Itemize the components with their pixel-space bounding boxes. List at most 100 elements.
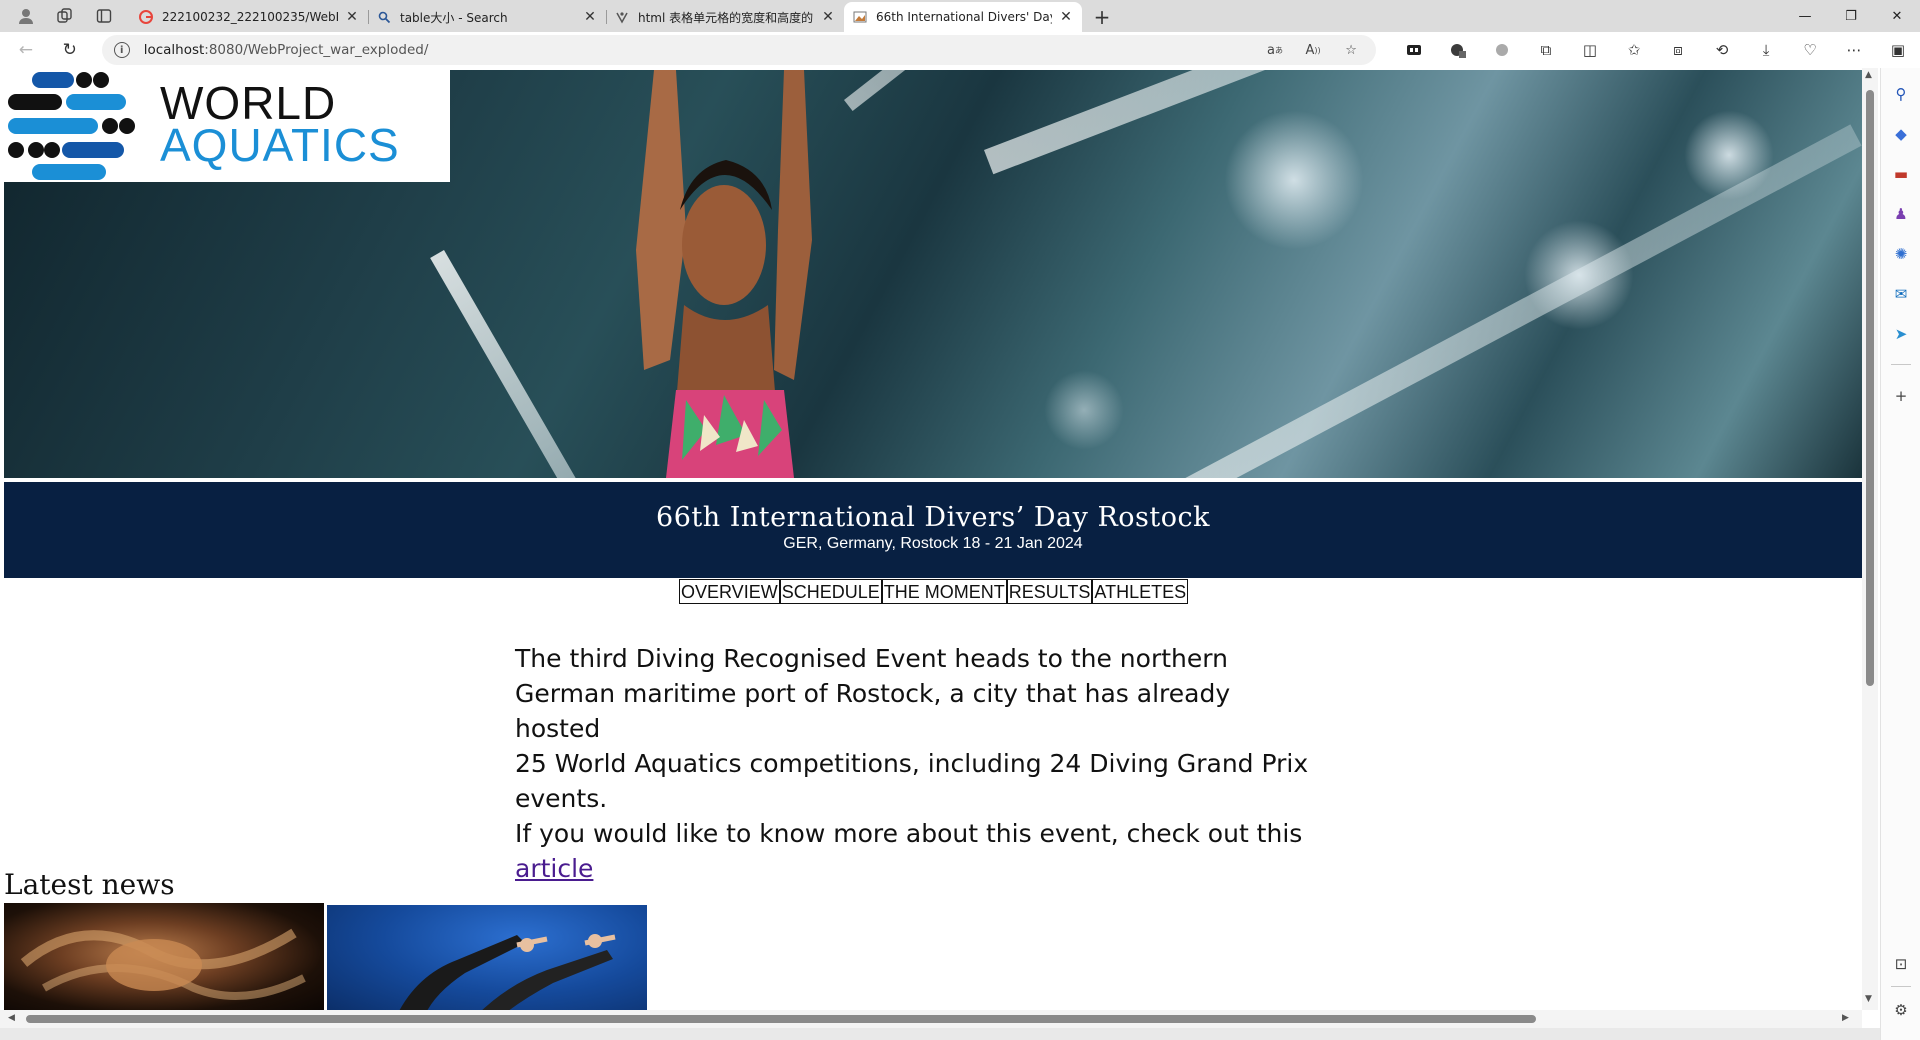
diver-figure	[636, 70, 812, 478]
logo-mark-icon	[8, 72, 135, 180]
close-icon[interactable]: ✕	[582, 9, 598, 25]
tab-title: 66th International Divers' Day Ro	[876, 10, 1052, 24]
vertical-scrollbar[interactable]: ▲ ▼	[1862, 68, 1878, 1010]
menu-the-moment[interactable]: THE MOMENT	[881, 579, 1007, 604]
tab-title: table大小 - Search	[400, 10, 508, 25]
url-field[interactable]: i localhost:8080/WebProject_war_exploded…	[101, 35, 1377, 65]
extension-circle-icon[interactable]	[1480, 35, 1524, 65]
world-aquatics-logo[interactable]: WORLD AQUATICS	[4, 70, 450, 182]
site-info-icon[interactable]: i	[113, 42, 130, 58]
copilot-icon[interactable]: ✺	[1889, 242, 1913, 266]
intro-line: The third Diving Recognised Event heads …	[515, 644, 1228, 673]
extension-icon[interactable]	[1392, 35, 1436, 65]
menu-overview[interactable]: OVERVIEW	[679, 579, 780, 604]
browser-tab[interactable]: table大小 - Search ✕	[368, 2, 606, 32]
logo-line-world: WORLD	[160, 77, 337, 129]
tabbar-leading-icons	[0, 0, 130, 32]
edge-sidebar: ⚲ ◆ ▬ ♟ ✺ ✉ ➤ + ⊡ ⚙	[1880, 68, 1920, 1040]
event-title: 66th International Divers’ Day Rostock	[656, 502, 1210, 533]
scroll-left-icon[interactable]: ◀	[8, 1013, 15, 1023]
scroll-down-icon[interactable]: ▼	[1865, 994, 1872, 1004]
tab-bar: 222100232_222100235/WebProj ✕ table大小 - …	[0, 0, 1920, 32]
url-text[interactable]: localhost:8080/WebProject_war_exploded/	[144, 42, 1250, 58]
vertical-scroll-thumb[interactable]	[1866, 90, 1874, 686]
intro-line: 25 World Aquatics competitions, includin…	[515, 749, 1309, 778]
page-viewport: WORLD AQUATICS 66th International Divers…	[0, 68, 1880, 1040]
workspaces-icon[interactable]	[54, 5, 76, 27]
url-path: :8080/WebProject_war_exploded/	[204, 42, 429, 58]
outlook-icon[interactable]: ✉	[1889, 282, 1913, 306]
bottom-strip	[0, 1028, 1880, 1040]
toolbar-icons: ⧉ ◫ ✩ ⧈ ⟲ ⤓ ♡ ⋯ ▣	[1392, 35, 1920, 65]
close-icon[interactable]: ✕	[344, 9, 360, 25]
event-subtitle: GER, Germany, Rostock 18 - 21 Jan 2024	[783, 535, 1083, 552]
browser-tab-active[interactable]: 66th International Divers' Day Ro ✕	[844, 2, 1082, 32]
scroll-up-icon[interactable]: ▲	[1865, 70, 1872, 80]
close-icon[interactable]: ✕	[820, 9, 836, 25]
sidebar-divider	[1891, 986, 1911, 987]
profile-icon[interactable]	[15, 5, 37, 27]
search-favicon-icon	[376, 9, 392, 25]
window-controls: — ❐ ✕	[1782, 0, 1920, 32]
favorite-star-icon[interactable]: ☆	[1338, 37, 1364, 63]
read-aloud-icon[interactable]: A))	[1300, 37, 1326, 63]
sidebar-divider	[1891, 364, 1911, 365]
page-favicon-icon	[614, 9, 630, 25]
new-tab-button[interactable]: +	[1086, 2, 1118, 32]
browser-tab[interactable]: 222100232_222100235/WebProj ✕	[130, 2, 368, 32]
close-icon[interactable]: ✕	[1058, 9, 1074, 25]
send-icon[interactable]: ➤	[1889, 322, 1913, 346]
intro-line: events.	[515, 784, 608, 813]
article-link[interactable]: article	[515, 854, 593, 883]
tools-icon[interactable]: ▬	[1889, 162, 1913, 186]
performance-icon[interactable]: ♡	[1788, 35, 1832, 65]
latest-news-heading: Latest news	[4, 868, 175, 901]
window-close-icon[interactable]: ✕	[1874, 0, 1920, 32]
menu-schedule[interactable]: SCHEDULE	[779, 579, 882, 604]
split-screen-icon[interactable]: ◫	[1568, 35, 1612, 65]
url-host: localhost	[143, 42, 205, 58]
reload-icon[interactable]: ↻	[52, 35, 88, 65]
menu-athletes[interactable]: ATHLETES	[1092, 579, 1189, 604]
event-banner: 66th International Divers’ Day Rostock G…	[4, 482, 1862, 578]
more-menu-icon[interactable]: ⋯	[1832, 35, 1876, 65]
logo-line-aquatics: AQUATICS	[160, 119, 400, 171]
address-bar-row: ← ↻ i localhost:8080/WebProject_war_expl…	[0, 32, 1920, 68]
intro-line: German maritime port of Rostock, a city …	[515, 679, 1231, 743]
news-card-image[interactable]	[4, 903, 324, 1013]
history-icon[interactable]: ⟲	[1700, 35, 1744, 65]
horizontal-scroll-thumb[interactable]	[26, 1015, 1536, 1023]
event-intro: The third Diving Recognised Event heads …	[515, 641, 1315, 886]
news-image-dancers	[20, 928, 306, 1000]
translate-icon[interactable]: aあ	[1262, 37, 1288, 63]
add-icon[interactable]: +	[1889, 384, 1913, 408]
shopping-tag-icon[interactable]: ◆	[1889, 122, 1913, 146]
vertical-tabs-icon[interactable]	[93, 5, 115, 27]
page-content: WORLD AQUATICS 66th International Divers…	[4, 70, 1862, 1015]
menu-results[interactable]: RESULTS	[1006, 579, 1093, 604]
horizontal-scrollbar[interactable]: ◀ ▶	[0, 1010, 1862, 1028]
favorites-icon[interactable]: ✩	[1612, 35, 1656, 65]
back-arrow-icon[interactable]: ←	[8, 35, 44, 65]
downloads-icon[interactable]: ⤓	[1744, 35, 1788, 65]
games-icon[interactable]: ♟	[1889, 202, 1913, 226]
scroll-right-icon[interactable]: ▶	[1842, 1013, 1849, 1023]
collections-icon[interactable]: ⧈	[1656, 35, 1700, 65]
logo-wordmark: WORLD AQUATICS	[160, 77, 400, 171]
news-card-image[interactable]	[327, 905, 647, 1015]
browser-tab[interactable]: html 表格单元格的宽度和高度的 ✕	[606, 2, 844, 32]
more-info-text: If you would like to know more about thi…	[515, 819, 1303, 848]
more-info-line: If you would like to know more about thi…	[515, 816, 1315, 886]
tab-title: html 表格单元格的宽度和高度的	[638, 10, 814, 25]
restore-icon[interactable]: ❐	[1828, 0, 1874, 32]
search-icon[interactable]: ⚲	[1889, 82, 1913, 106]
sidebar-toggle-icon[interactable]: ▣	[1876, 35, 1920, 65]
settings-gear-icon[interactable]: ⚙	[1889, 998, 1913, 1022]
g-favicon-icon	[138, 9, 154, 25]
screenshot-icon[interactable]: ⊡	[1889, 952, 1913, 976]
news-image-divers	[397, 934, 616, 1015]
minimize-icon[interactable]: —	[1782, 0, 1828, 32]
site-favicon-icon	[852, 9, 868, 25]
extensions-puzzle-icon[interactable]: ⧉	[1524, 35, 1568, 65]
extension-badge-icon[interactable]	[1436, 35, 1480, 65]
